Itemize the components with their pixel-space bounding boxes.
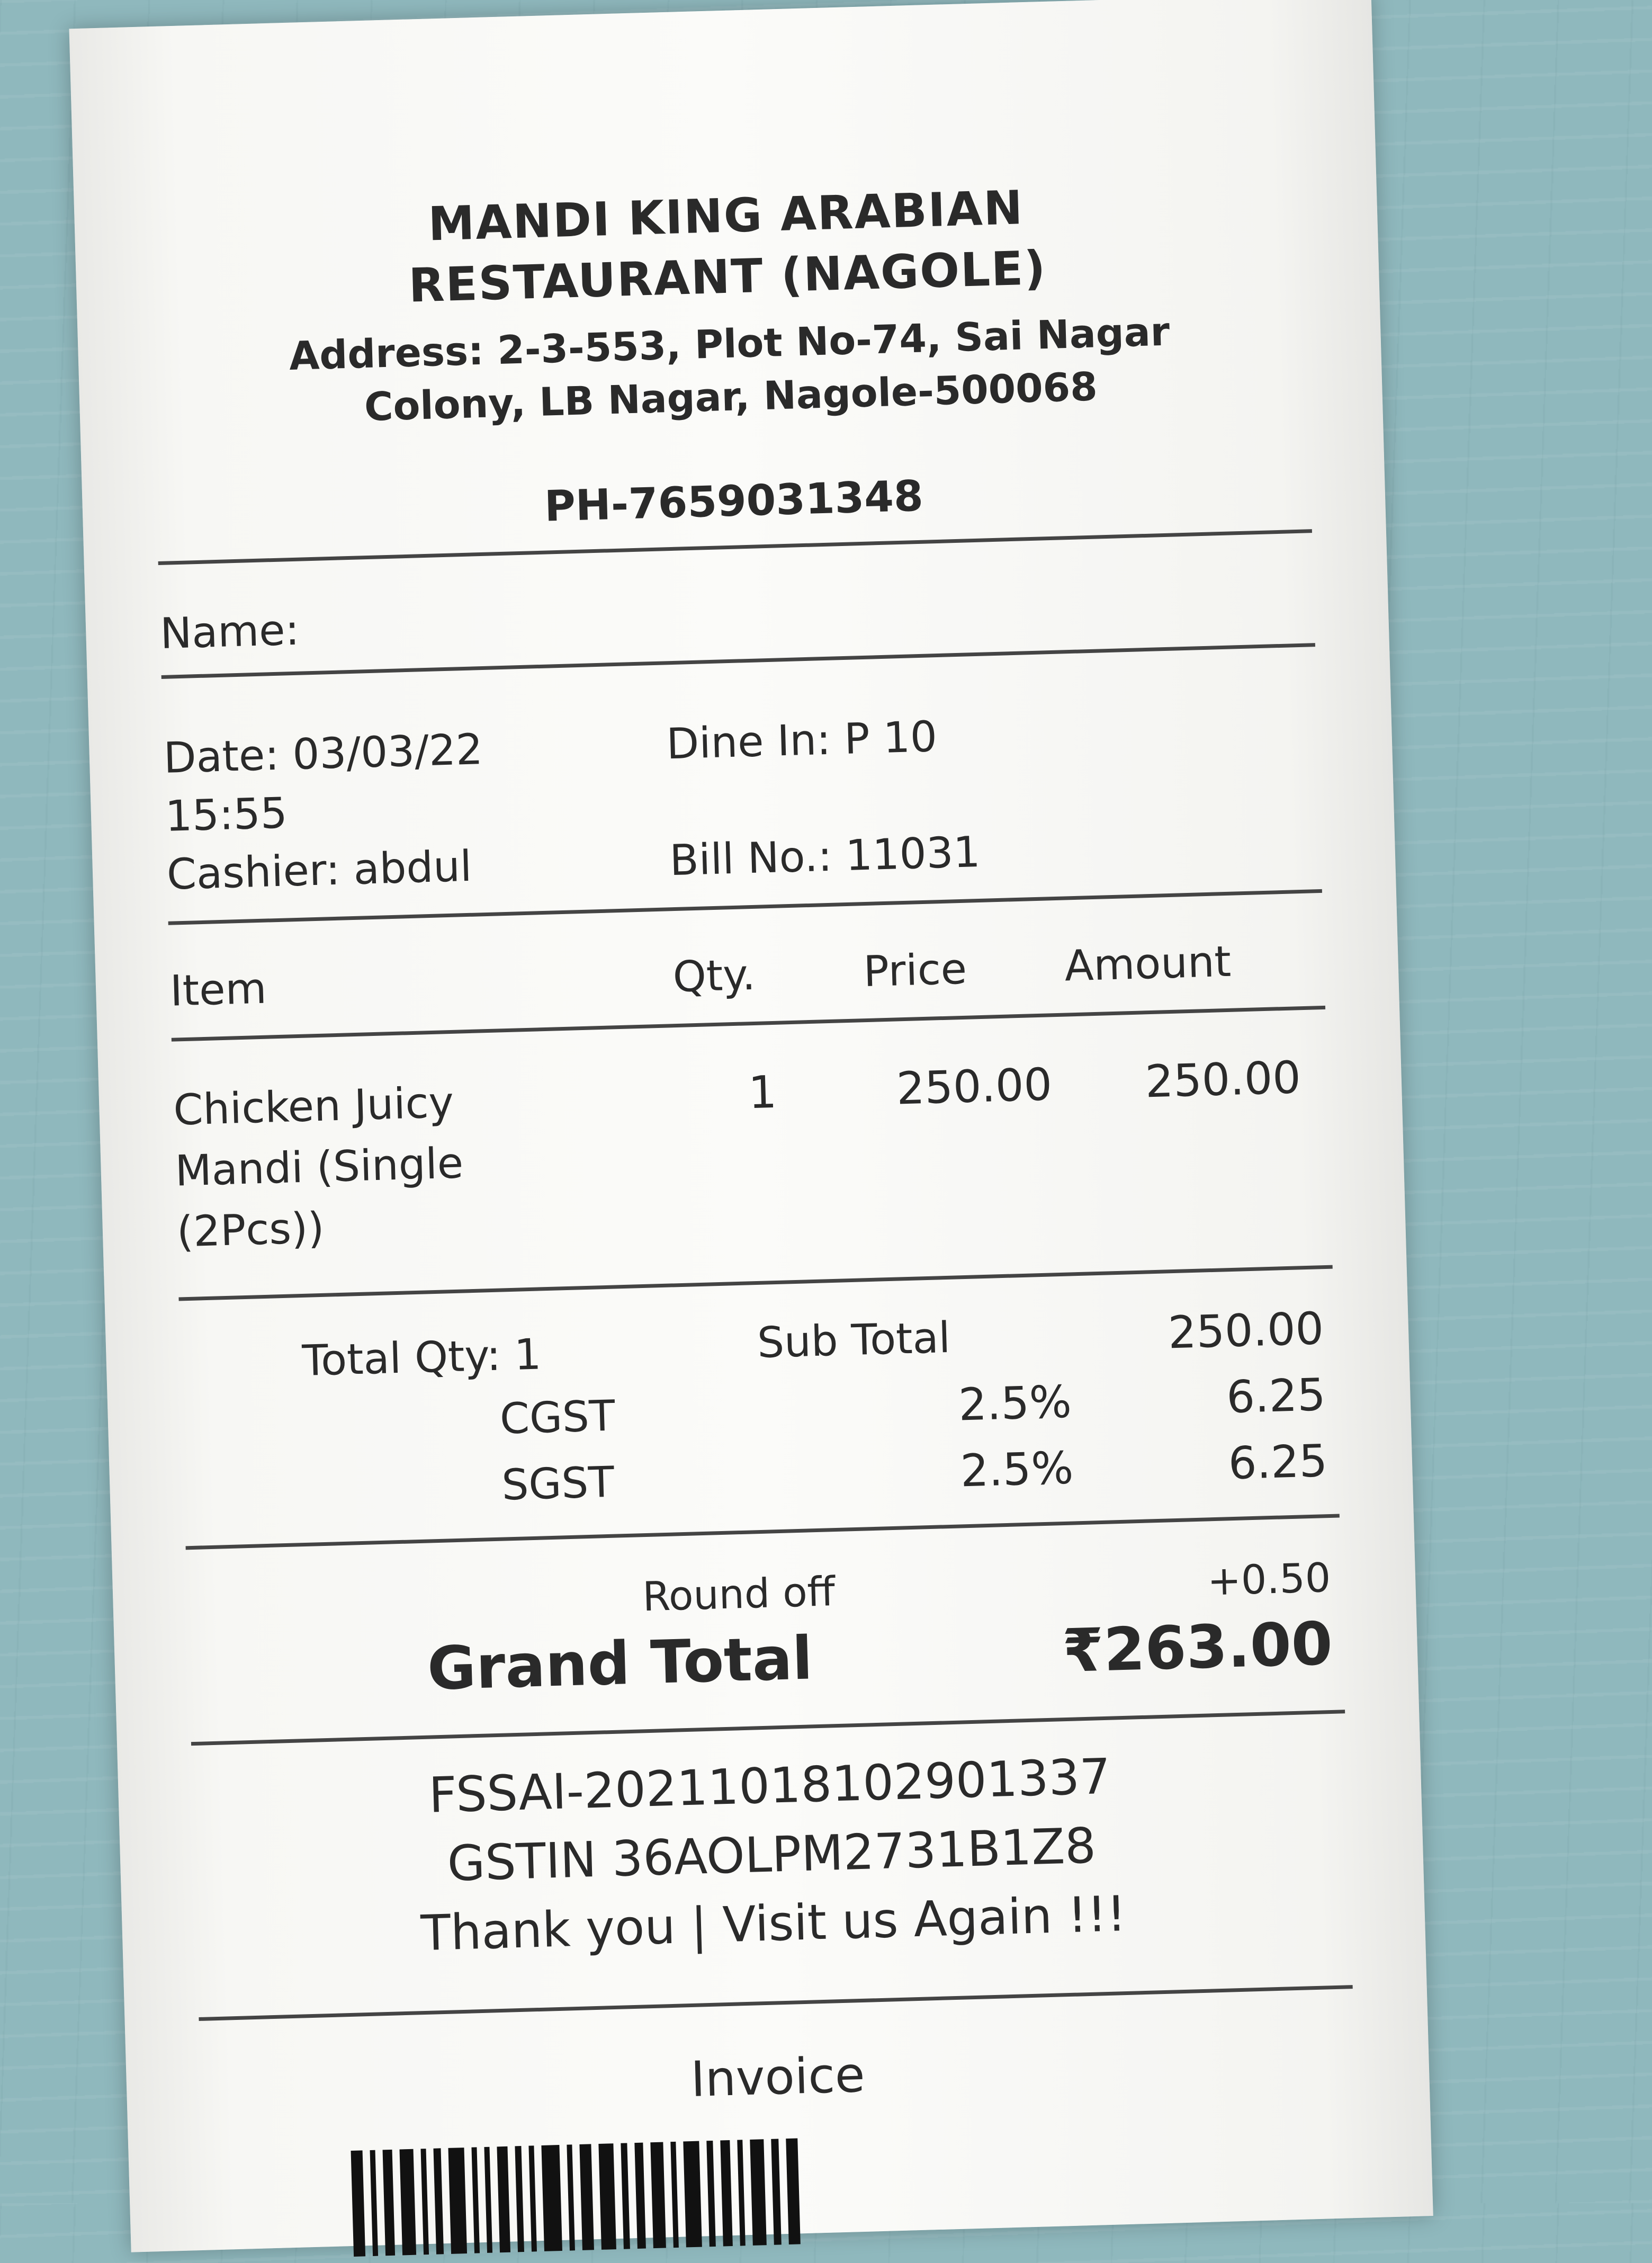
item-price: 250.00 [895, 1058, 1053, 1115]
sgst-rate: 2.5% [959, 1442, 1074, 1497]
bill-date: Date: 03/03/22 [163, 724, 483, 783]
invoice-label: Invoice [690, 2046, 866, 2108]
grand-total-label: Grand Total [426, 1624, 814, 1704]
restaurant-address: Address: 2-3-553, Plot No-74, Sai Nagar … [288, 309, 1171, 431]
round-off-label: Round off [642, 1568, 836, 1621]
divider [161, 643, 1315, 679]
column-item: Item [169, 963, 267, 1016]
divider [199, 1985, 1353, 2021]
grand-total-value: ₹263.00 [1061, 1609, 1334, 1686]
column-amount: Amount [1064, 936, 1232, 991]
subtotal-label: Sub Total [756, 1312, 951, 1368]
cgst-label: CGST [499, 1391, 616, 1444]
name-label: Name: [159, 605, 300, 658]
divider [178, 1265, 1333, 1301]
total-qty: Total Qty: 1 [301, 1329, 542, 1386]
item-qty: 1 [748, 1066, 778, 1119]
item-amount: 250.00 [1144, 1051, 1302, 1108]
receipt-paper: MANDI KING ARABIAN RESTAURANT (NAGOLE) A… [69, 0, 1433, 2257]
cgst-value: 6.25 [1226, 1368, 1326, 1424]
restaurant-phone: PH-7659031348 [543, 471, 924, 531]
barcode [351, 2138, 808, 2257]
cgst-rate: 2.5% [957, 1375, 1072, 1431]
divider [191, 1710, 1345, 1746]
column-price: Price [863, 944, 968, 997]
sgst-value: 6.25 [1227, 1435, 1328, 1490]
dine-in: Dine In: P 10 [666, 712, 938, 769]
round-off-value: +0.50 [1206, 1553, 1332, 1605]
column-qty: Qty. [672, 950, 756, 1002]
item-name-line3: (2Pcs)) [176, 1203, 325, 1257]
divider [168, 889, 1322, 925]
item-name-line2: Mandi (Single [174, 1138, 464, 1196]
subtotal-value: 250.00 [1167, 1302, 1325, 1359]
item-name-line1: Chicken Juicy [173, 1077, 455, 1135]
list-item: Chicken Juicy Mandi (Single (2Pcs)) 1 25… [69, 0, 1371, 1256]
divider [185, 1514, 1340, 1550]
divider [171, 1005, 1326, 1042]
restaurant-name: MANDI KING ARABIAN RESTAURANT (NAGOLE) [74, 167, 1379, 326]
cashier: Cashier: abdul [166, 841, 473, 899]
bill-time: 15:55 [164, 788, 288, 841]
bill-number: Bill No.: 11031 [669, 827, 981, 885]
sgst-label: SGST [501, 1457, 615, 1510]
